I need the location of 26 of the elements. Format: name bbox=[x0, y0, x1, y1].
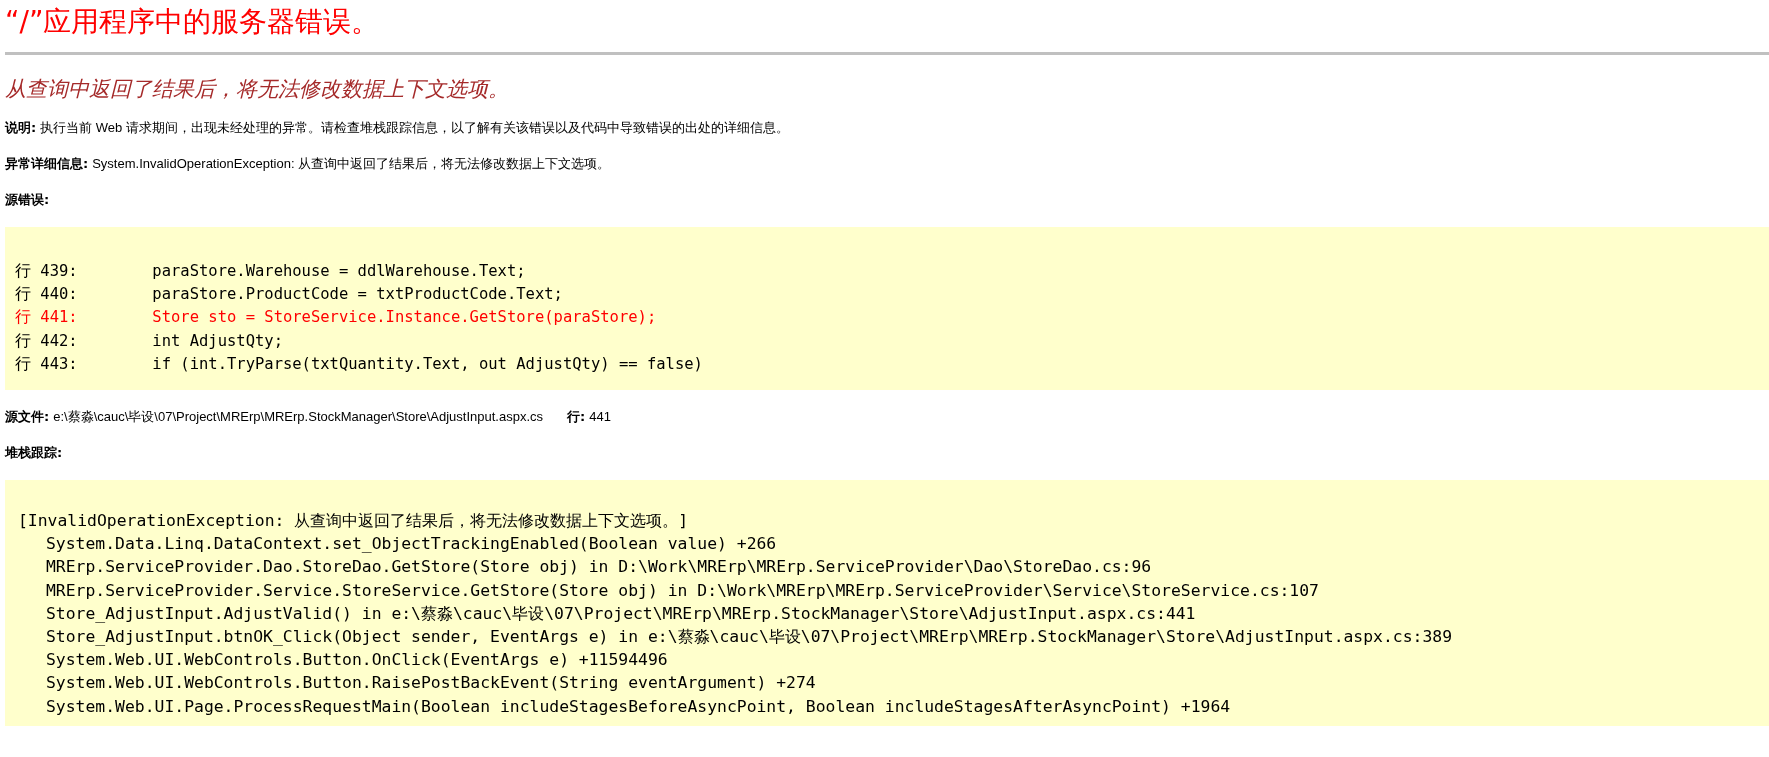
code-line: 行 443: if (int.TryParse(txtQuantity.Text, out AdjustQty) == false) bbox=[15, 353, 703, 375]
stack-frame: System.Web.UI.Page.ProcessRequestMain(Boolean includeStagesBeforeAsyncPoint, Boolean includeStagesAfterAsyncPoint) +1964 bbox=[18, 694, 1231, 718]
stack-frame: Store_AdjustInput.btnOK_Click(Object sender, EventArgs e) in e:\蔡淼\cauc\毕设\07\Project\MRErp\MRErp.StockManager\Store\AdjustInput.aspx.cs:389 bbox=[18, 625, 1453, 649]
stack-frame: System.Web.UI.WebControls.Button.RaisePostBackEvent(String eventArgument) +274 bbox=[18, 671, 816, 695]
line-number: 441 bbox=[589, 408, 611, 426]
page-title: “/”应用程序中的服务器错误。 bbox=[5, 4, 381, 40]
code-line: 行 440: paraStore.ProductCode = txtProductCode.Text; bbox=[15, 284, 563, 306]
stack-frame: System.Web.UI.WebControls.Button.OnClick(EventArgs e) +11594496 bbox=[18, 648, 668, 672]
stack-frame: MRErp.ServiceProvider.Dao.StoreDao.GetStore(Store obj) in D:\Work\MRErp\MRErp.ServiceProvider\Dao\StoreDao.cs:96 bbox=[18, 555, 1152, 579]
exception-details-text: System.InvalidOperationException: 从查询中返回了结果后，将无法修改数据上下文选项。 bbox=[92, 155, 611, 173]
code-line: 行 442: int AdjustQty; bbox=[15, 330, 283, 352]
source-error-heading: 源错误: bbox=[5, 191, 50, 209]
error-message: 从查询中返回了结果后，将无法修改数据上下文选项。 bbox=[5, 76, 510, 103]
code-line: 行 439: paraStore.Warehouse = ddlWarehouse.Text; bbox=[15, 261, 526, 282]
code-line: 行 441: Store sto = StoreService.Instance.GetStore(paraStore); bbox=[15, 307, 657, 329]
source-file-label: 源文件: bbox=[5, 408, 50, 426]
source-file-path: e:\蔡淼\cauc\毕设\07\Project\MRErp\MRErp.StockManager\Store\AdjustInput.aspx.cs bbox=[53, 408, 544, 426]
stack-frame: Store_AdjustInput.AdjustValid() in e:\蔡淼\cauc\毕设\07\Project\MRErp\MRErp.StockManager\Store\AdjustInput.aspx.cs:441 bbox=[18, 601, 1196, 626]
exception-details-label: 异常详细信息: bbox=[5, 155, 89, 173]
description-label: 说明: bbox=[5, 119, 37, 137]
stack-frame: MRErp.ServiceProvider.Service.StoreService.GetStore(Store obj) in D:\Work\MRErp\MRErp.ServiceProvider\Service\StoreService.cs:107 bbox=[18, 578, 1319, 602]
line-label: 行: bbox=[567, 408, 586, 426]
stack-frame: System.Data.Linq.DataContext.set_ObjectTrackingEnabled(Boolean value) +266 bbox=[18, 532, 777, 556]
description-text: 执行当前 Web 请求期间，出现未经处理的异常。请检查堆栈跟踪信息，以了解有关该错误以及代码中导致错误的出处的详细信息。 bbox=[40, 119, 789, 137]
stack-trace-heading: 堆栈跟踪: bbox=[5, 444, 63, 462]
exception-line: [InvalidOperationException: 从查询中返回了结果后，将无法修改数据上下文选项。] bbox=[18, 510, 689, 532]
